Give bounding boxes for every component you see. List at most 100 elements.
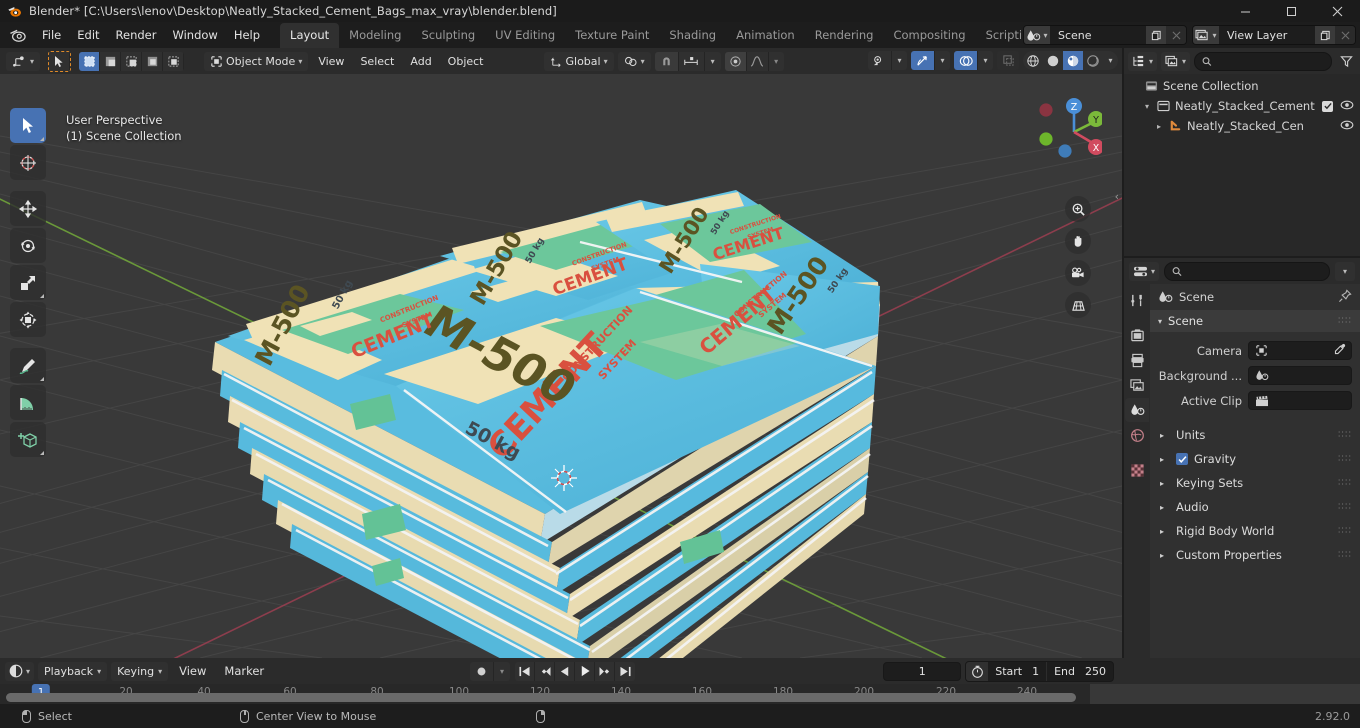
expand-triangle-icon[interactable]: ▸	[1160, 527, 1170, 536]
object-mode-dropdown[interactable]: Object Mode ▾	[204, 51, 309, 71]
tab-rendering[interactable]: Rendering	[805, 23, 884, 48]
tab-layout[interactable]: Layout	[280, 22, 340, 48]
falloff-curve-icon[interactable]	[747, 51, 769, 71]
expand-triangle-icon[interactable]: ▸	[1160, 431, 1170, 440]
falloff-dropdown-chevron[interactable]: ▾	[769, 52, 784, 71]
expand-triangle-icon[interactable]: ▸	[1152, 122, 1166, 131]
outliner-row-scene-collection[interactable]: ▸ Scene Collection	[1124, 76, 1360, 96]
outliner-search-field[interactable]	[1216, 54, 1324, 68]
solid-shading-icon[interactable]	[1043, 51, 1063, 70]
panel-collapse-triangle-icon[interactable]: ▾	[1158, 317, 1162, 326]
camera-icon[interactable]	[1065, 260, 1091, 286]
play-reverse-icon[interactable]	[555, 661, 576, 681]
outliner-search-input[interactable]	[1194, 51, 1332, 71]
auto-keying-dropdown-chevron[interactable]: ▾	[494, 662, 510, 681]
menu-edit[interactable]: Edit	[69, 25, 107, 45]
end-frame-field[interactable]: End 250	[1047, 662, 1113, 681]
navigation-gizmo[interactable]: Z Y X	[1024, 88, 1102, 166]
snap-pivot-dropdown[interactable]: ▾	[617, 51, 651, 71]
tweak-mode-button[interactable]	[48, 50, 72, 72]
timeline-marker-menu[interactable]: Marker	[217, 662, 271, 680]
tab-texture[interactable]	[1125, 458, 1149, 482]
select-invert-icon[interactable]	[142, 51, 164, 71]
expand-triangle-icon[interactable]: ▸	[1160, 503, 1170, 512]
tool-measure[interactable]	[10, 385, 46, 420]
remove-view-layer-button[interactable]	[1335, 26, 1355, 44]
expand-triangle-icon[interactable]: ▸	[1160, 551, 1170, 560]
material-preview-shading-icon[interactable]	[1063, 51, 1083, 70]
tab-shading[interactable]: Shading	[659, 23, 726, 48]
new-scene-button[interactable]	[1146, 26, 1166, 44]
cement-bags-model[interactable]: CEMENT CONSTRUCTION SYSTEM M-500 50 kg C…	[0, 74, 1122, 658]
timeline-editor-type-button[interactable]: ▾	[5, 661, 35, 681]
tab-tool[interactable]	[1125, 288, 1149, 312]
show-gizmo-icon[interactable]	[911, 51, 935, 70]
prev-keyframe-icon[interactable]	[535, 661, 556, 681]
background-field-value[interactable]	[1248, 366, 1352, 385]
expand-triangle-icon[interactable]: ▾	[1140, 102, 1154, 111]
camera-field-value[interactable]	[1248, 341, 1352, 360]
tool-add-cube[interactable]	[10, 422, 46, 457]
outliner-editor-type-button[interactable]: ▾	[1128, 51, 1158, 71]
tab-view-layer[interactable]	[1125, 373, 1149, 397]
tab-texture-paint[interactable]: Texture Paint	[565, 23, 659, 48]
tab-world[interactable]	[1125, 423, 1149, 447]
current-frame-field[interactable]: 1	[883, 661, 962, 681]
tab-render[interactable]	[1125, 323, 1149, 347]
tool-rotate[interactable]	[10, 228, 46, 263]
timeline-view-menu[interactable]: View	[172, 662, 213, 680]
show-overlays-icon[interactable]	[954, 51, 978, 70]
tool-scale[interactable]	[10, 265, 46, 300]
close-button[interactable]	[1314, 0, 1360, 22]
outliner-row-object[interactable]: ▸ Neatly_Stacked_Cen	[1124, 116, 1360, 136]
viewport-menu-add[interactable]: Add	[404, 52, 437, 71]
visibility-eye-icon[interactable]	[1340, 119, 1354, 133]
scene-name[interactable]: Scene	[1050, 26, 1146, 44]
outliner-display-mode-button[interactable]: ▾	[1161, 51, 1191, 71]
properties-options-chevron[interactable]: ▾	[1335, 261, 1355, 281]
jump-end-icon[interactable]	[615, 662, 635, 681]
properties-search-input[interactable]	[1164, 261, 1330, 281]
tab-modeling[interactable]: Modeling	[339, 23, 411, 48]
auto-keying-toggle-icon[interactable]	[470, 661, 494, 681]
menu-render[interactable]: Render	[108, 25, 165, 45]
tab-output[interactable]	[1125, 348, 1149, 372]
viewport-3d[interactable]: CEMENT CONSTRUCTION SYSTEM M-500 50 kg C…	[0, 74, 1122, 658]
tool-annotate[interactable]	[10, 348, 46, 383]
outliner-row-collection[interactable]: ▾ Neatly_Stacked_Cement	[1124, 96, 1360, 116]
viewport-menu-object[interactable]: Object	[442, 52, 490, 71]
tab-sculpting[interactable]: Sculpting	[411, 23, 485, 48]
select-set-icon[interactable]	[79, 51, 101, 71]
rendered-shading-icon[interactable]	[1083, 51, 1103, 70]
editor-type-button[interactable]: ▾	[6, 51, 41, 71]
start-frame-field[interactable]: Start 1	[988, 661, 1048, 681]
wireframe-shading-icon[interactable]	[1023, 51, 1043, 70]
use-preview-range-icon[interactable]	[966, 661, 989, 681]
tab-compositing[interactable]: Compositing	[883, 23, 975, 48]
tool-tweak[interactable]	[10, 108, 46, 143]
section-rigid-body-world[interactable]: ▸ Rigid Body World ···· ····	[1150, 519, 1360, 543]
active-clip-field-value[interactable]	[1248, 391, 1352, 410]
snap-target-icon[interactable]	[679, 51, 705, 71]
view-layer-name[interactable]: View Layer	[1219, 26, 1315, 44]
filter-icon[interactable]	[1336, 52, 1356, 71]
snap-dropdown-chevron[interactable]: ▾	[705, 52, 721, 71]
menu-help[interactable]: Help	[226, 25, 268, 45]
visibility-eye-icon[interactable]	[1340, 99, 1354, 113]
viewport-menu-select[interactable]: Select	[354, 52, 400, 71]
grid-icon[interactable]	[1065, 292, 1091, 318]
menu-window[interactable]: Window	[164, 25, 225, 45]
section-custom-properties[interactable]: ▸ Custom Properties ···· ····	[1150, 543, 1360, 567]
snap-magnet-icon[interactable]	[654, 51, 679, 71]
maximize-button[interactable]	[1268, 0, 1314, 22]
section-units[interactable]: ▸ Units ···· ····	[1150, 423, 1360, 447]
select-subtract-icon[interactable]	[121, 51, 143, 71]
tool-transform[interactable]	[10, 302, 46, 337]
viewport-menu-view[interactable]: View	[312, 52, 350, 71]
tab-uv-editing[interactable]: UV Editing	[485, 23, 565, 48]
expand-triangle-icon[interactable]: ▸	[1160, 455, 1170, 464]
properties-search-field[interactable]	[1186, 264, 1322, 278]
pin-icon[interactable]	[1338, 288, 1352, 306]
tab-animation[interactable]: Animation	[726, 23, 805, 48]
object-visibility-icon[interactable]	[868, 51, 892, 70]
